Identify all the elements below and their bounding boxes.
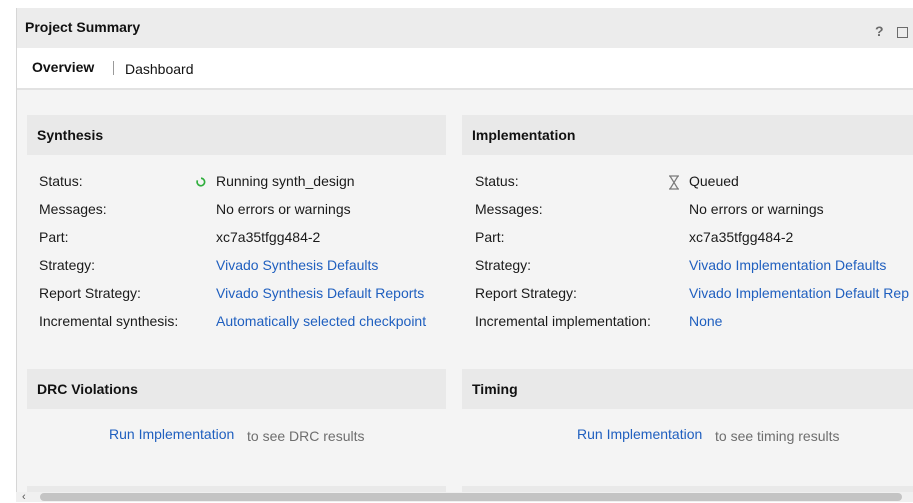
implementation-part-label: Part:: [475, 229, 505, 245]
synthesis-strategy-link[interactable]: Vivado Synthesis Defaults: [216, 257, 378, 273]
implementation-messages-label: Messages:: [475, 201, 543, 217]
synthesis-status-value: Running synth_design: [216, 173, 355, 189]
timing-row: Run Implementation to see timing results: [577, 426, 897, 446]
timing-run-implementation-link[interactable]: Run Implementation: [577, 426, 702, 442]
synthesis-messages-value: No errors or warnings: [216, 201, 351, 217]
tab-bar: Overview Dashboard: [17, 48, 913, 90]
timing-hint: to see timing results: [715, 428, 840, 444]
help-icon[interactable]: ?: [875, 23, 884, 39]
implementation-report-strategy-link[interactable]: Vivado Implementation Default Rep: [689, 285, 909, 301]
horizontal-scrollbar[interactable]: ‹: [16, 491, 913, 503]
implementation-incremental-label: Incremental implementation:: [475, 313, 651, 329]
implementation-status-label: Status:: [475, 173, 519, 189]
synthesis-strategy-label: Strategy:: [39, 257, 96, 273]
maximize-icon[interactable]: [897, 27, 908, 38]
left-gutter: [0, 0, 16, 502]
synthesis-title: Synthesis: [37, 127, 104, 143]
drc-hint: to see DRC results: [247, 428, 365, 444]
synthesis-incremental-label: Incremental synthesis:: [39, 313, 179, 329]
implementation-title: Implementation: [472, 127, 576, 143]
synthesis-report-strategy-label: Report Strategy:: [39, 285, 141, 301]
tab-dashboard[interactable]: Dashboard: [125, 61, 194, 77]
tab-overview[interactable]: Overview: [32, 59, 94, 75]
spinner-icon: [196, 177, 206, 187]
scroll-left-icon[interactable]: ‹: [22, 491, 26, 503]
implementation-strategy-link[interactable]: Vivado Implementation Defaults: [689, 257, 886, 273]
synthesis-header: Synthesis: [27, 115, 446, 155]
hourglass-icon: [669, 175, 679, 190]
implementation-strategy-label: Strategy:: [475, 257, 532, 273]
synthesis-report-strategy-link[interactable]: Vivado Synthesis Default Reports: [216, 285, 424, 301]
panel-title: Project Summary: [25, 19, 141, 35]
implementation-report-strategy-row: Report Strategy: Vivado Implementation D…: [475, 285, 913, 305]
timing-header: Timing: [462, 369, 913, 409]
implementation-part-value: xc7a35tfgg484-2: [689, 229, 794, 245]
synthesis-part-value: xc7a35tfgg484-2: [216, 229, 321, 245]
tab-separator: [113, 61, 114, 75]
synthesis-messages-label: Messages:: [39, 201, 107, 217]
panel-title-bar: Project Summary ?: [17, 8, 913, 48]
implementation-incremental-link[interactable]: None: [689, 313, 722, 329]
synthesis-part-label: Part:: [39, 229, 69, 245]
project-summary-panel: Project Summary ? Overview Dashboard Syn…: [16, 8, 913, 502]
timing-title: Timing: [472, 381, 518, 397]
synthesis-status-label: Status:: [39, 173, 83, 189]
synthesis-incremental-link[interactable]: Automatically selected checkpoint: [216, 313, 426, 329]
scroll-thumb[interactable]: [40, 493, 902, 501]
implementation-status-value: Queued: [689, 173, 739, 189]
drc-title: DRC Violations: [37, 381, 138, 397]
implementation-header: Implementation: [462, 115, 913, 155]
drc-header: DRC Violations: [27, 369, 446, 409]
implementation-report-strategy-label: Report Strategy:: [475, 285, 577, 301]
drc-run-implementation-link[interactable]: Run Implementation: [109, 426, 234, 442]
implementation-messages-value: No errors or warnings: [689, 201, 824, 217]
drc-row: Run Implementation to see DRC results: [109, 426, 429, 446]
